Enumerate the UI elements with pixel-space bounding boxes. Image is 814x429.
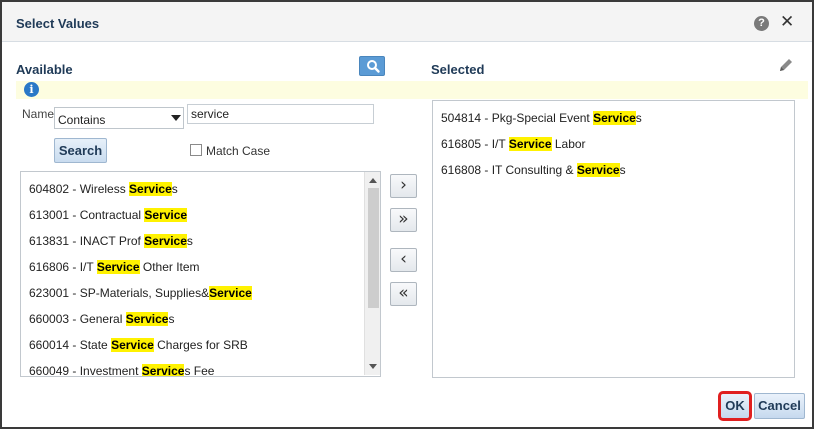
list-item[interactable]: 623001 - SP-Materials, Supplies&Service [29, 286, 252, 300]
move-button[interactable]: › [390, 174, 417, 198]
info-icon[interactable]: i [24, 82, 39, 97]
list-item[interactable]: 660003 - General Services [29, 312, 174, 326]
selected-list[interactable]: 504814 - Pkg-Special Event Services 6168… [432, 100, 795, 378]
ok-button[interactable]: OK [718, 391, 752, 421]
list-item[interactable]: 616806 - I/T Service Other Item [29, 260, 200, 274]
list-item[interactable]: 660049 - Investment Services Fee [29, 364, 214, 376]
scroll-up-icon[interactable] [369, 178, 377, 183]
pencil-icon[interactable] [777, 56, 795, 74]
search-icon [367, 60, 380, 73]
available-list-scrollbar[interactable] [364, 172, 380, 375]
list-item[interactable]: 613831 - INACT Prof Services [29, 234, 193, 248]
search-button[interactable]: Search [54, 138, 107, 163]
search-toggle-button[interactable] [359, 56, 385, 76]
cancel-button[interactable]: Cancel [754, 393, 805, 419]
remove-button[interactable]: ‹ [390, 248, 417, 272]
select-values-dialog: Select Values ? ✕ Available Selected i N… [0, 0, 814, 429]
available-list[interactable]: 604802 - Wireless Services 613001 - Cont… [20, 171, 381, 377]
list-item[interactable]: 604802 - Wireless Services [29, 182, 178, 196]
list-item[interactable]: 613001 - Contractual Service [29, 208, 188, 222]
name-label: Name [22, 107, 55, 121]
selected-label: Selected [431, 62, 485, 77]
operator-value: Contains [58, 113, 106, 127]
search-input[interactable] [187, 104, 374, 124]
available-label: Available [16, 62, 73, 77]
scroll-thumb[interactable] [368, 188, 379, 308]
dialog-titlebar: Select Values ? ✕ [2, 2, 812, 42]
scroll-down-icon[interactable] [369, 364, 377, 369]
move-all-button[interactable]: » [390, 208, 417, 232]
close-icon[interactable]: ✕ [780, 12, 794, 32]
remove-all-button[interactable]: « [390, 282, 417, 306]
list-item[interactable]: 616805 - I/T Service Labor [441, 137, 586, 151]
match-case-checkbox[interactable] [190, 144, 202, 156]
match-case-label: Match Case [206, 144, 271, 158]
dialog-title: Select Values [16, 16, 100, 31]
list-item[interactable]: 504814 - Pkg-Special Event Services [441, 111, 642, 125]
info-bar [16, 81, 808, 99]
chevron-down-icon[interactable] [171, 115, 181, 121]
operator-select[interactable]: Contains [54, 107, 184, 129]
help-icon[interactable]: ? [754, 16, 769, 31]
list-item[interactable]: 660014 - State Service Charges for SRB [29, 338, 248, 352]
list-item[interactable]: 616808 - IT Consulting & Services [441, 163, 626, 177]
